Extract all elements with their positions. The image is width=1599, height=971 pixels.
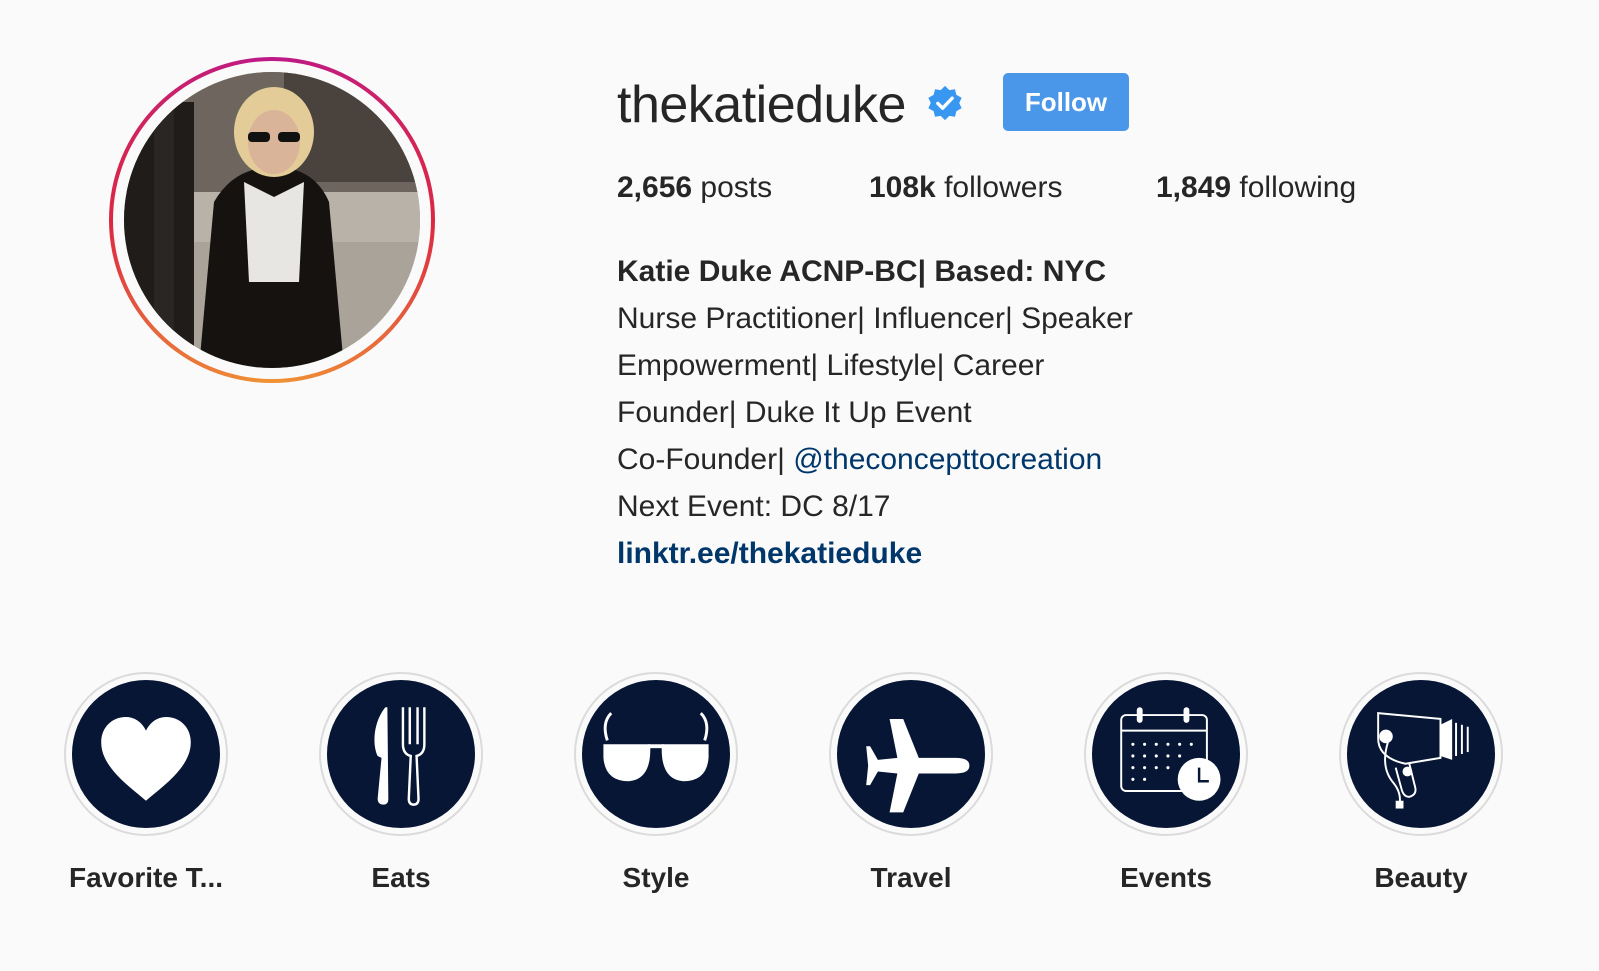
highlight-ring — [319, 672, 483, 836]
following-label: following — [1231, 171, 1357, 204]
highlight-ring — [64, 672, 228, 836]
highlight-label: Events — [1120, 862, 1212, 893]
highlight-label: Favorite T... — [68, 862, 224, 893]
profile-avatar[interactable] — [109, 57, 435, 383]
follow-button[interactable]: Follow — [1003, 73, 1129, 131]
following-count: 1,849 — [1156, 171, 1232, 204]
highlight-ring — [574, 672, 738, 836]
highlight-cover — [582, 680, 730, 828]
profile-username: thekatieduke — [617, 76, 906, 134]
highlight-style[interactable]: Style — [572, 672, 740, 894]
highlight-label: Travel — [870, 862, 952, 893]
posts-count: 2,656 — [617, 171, 693, 204]
highlight-label: Style — [622, 862, 690, 893]
profile-bio: Katie Duke ACNP-BC| Based: NYC Nurse Pra… — [617, 248, 1133, 577]
following-stat[interactable]: 1,849 following — [1156, 168, 1356, 208]
glasses-icon — [603, 712, 709, 782]
bio-line-mention: Co-Founder| @theconcepttocreation — [617, 436, 1133, 483]
avatar-photo — [124, 72, 420, 368]
bio-line: Nurse Practitioner| Influencer| Speaker — [617, 302, 1133, 335]
highlight-cover — [327, 680, 475, 828]
bio-line-prefix: Co-Founder| — [617, 443, 794, 476]
posts-label: posts — [692, 171, 773, 204]
highlight-cover — [837, 680, 985, 828]
bio-line: Next Event: DC 8/17 — [617, 490, 891, 523]
highlight-cover — [1347, 680, 1495, 828]
highlight-ring — [1084, 672, 1248, 836]
bio-name: Katie Duke ACNP-BC| Based: NYC — [617, 255, 1107, 288]
hair-dryer-icon — [1377, 712, 1469, 809]
bio-website-link[interactable]: linktr.ee/thekatieduke — [617, 537, 922, 570]
highlight-favorite[interactable]: Favorite T... — [62, 672, 230, 894]
bio-mention-link[interactable]: @theconcepttocreation — [793, 443, 1102, 476]
followers-stat[interactable]: 108k followers — [869, 168, 1062, 208]
followers-label: followers — [935, 171, 1063, 204]
bio-line: Empowerment| Lifestyle| Career — [617, 349, 1045, 382]
highlight-ring — [1339, 672, 1503, 836]
highlight-ring — [829, 672, 993, 836]
highlight-cover — [1092, 680, 1240, 828]
followers-count: 108k — [869, 171, 936, 204]
bio-line: Founder| Duke It Up Event — [617, 396, 972, 429]
highlight-cover — [72, 680, 220, 828]
highlight-label: Eats — [371, 862, 431, 893]
heart-icon — [101, 717, 191, 801]
airplane-icon — [866, 718, 970, 813]
highlight-travel[interactable]: Travel — [827, 672, 995, 894]
highlight-label: Beauty — [1374, 862, 1468, 893]
highlight-beauty[interactable]: Beauty — [1337, 672, 1505, 894]
calendar-clock-icon — [1120, 707, 1221, 801]
highlight-eats[interactable]: Eats — [317, 672, 485, 894]
knife-fork-icon — [374, 707, 426, 806]
verified-badge-icon — [928, 85, 962, 121]
posts-stat: 2,656 posts — [617, 168, 772, 208]
highlight-events[interactable]: Events — [1082, 672, 1250, 894]
